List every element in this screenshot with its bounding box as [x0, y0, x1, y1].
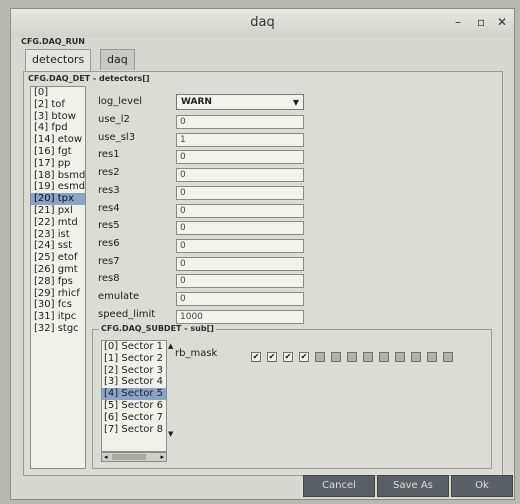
rb-mask-checkbox[interactable]: [427, 352, 437, 362]
maximize-icon[interactable]: ▫: [477, 15, 485, 29]
prop-field-emulate[interactable]: 0: [176, 292, 304, 306]
scroll-up-icon[interactable]: ▲: [168, 342, 173, 350]
prop-field-res6[interactable]: 0: [176, 238, 304, 253]
sector-item[interactable]: [0] Sector 1: [102, 341, 166, 353]
window-title: daq: [250, 15, 275, 30]
detector-item[interactable]: [20] tpx: [31, 193, 85, 205]
prop-label-res6: res6: [98, 237, 120, 249]
detector-item[interactable]: [31] itpc: [31, 311, 85, 323]
sector-list[interactable]: [0] Sector 1 [1] Sector 2 [2] Sector 3 [3] …: [101, 340, 167, 452]
rb-mask-checkbox[interactable]: [315, 352, 325, 362]
rb-mask-checkbox[interactable]: ✔: [283, 352, 293, 362]
prop-label-res2: res2: [98, 167, 120, 179]
rb-mask-checkbox[interactable]: [395, 352, 405, 362]
sector-item[interactable]: [5] Sector 6: [102, 400, 166, 412]
sector-list-hscrollbar[interactable]: ◂ ▸: [101, 452, 167, 462]
detector-item[interactable]: [23] ist: [31, 229, 85, 241]
sector-item[interactable]: [3] Sector 4: [102, 376, 166, 388]
detector-item[interactable]: [2] tof: [31, 99, 85, 111]
sector-item[interactable]: [4] Sector 5: [102, 388, 166, 400]
chevron-down-icon: ▼: [292, 98, 299, 107]
prop-label-speed-limit: speed_limit: [98, 308, 156, 320]
prop-field-use-sl3[interactable]: 1: [176, 132, 304, 147]
prop-field-res2[interactable]: 0: [176, 168, 304, 183]
detector-item[interactable]: [25] etof: [31, 252, 85, 264]
prop-label-res1: res1: [98, 149, 120, 161]
cancel-button[interactable]: Cancel: [303, 475, 375, 497]
prop-field-res4[interactable]: 0: [176, 203, 304, 218]
rb-mask-checkbox[interactable]: [347, 352, 357, 362]
detector-item[interactable]: [16] fgt: [31, 146, 85, 158]
detector-item[interactable]: [26] gmt: [31, 264, 85, 276]
prop-field-res8[interactable]: 0: [176, 274, 304, 289]
detector-item[interactable]: [22] mtd: [31, 217, 85, 229]
title-bar: daq – ▫ ✕: [11, 9, 514, 37]
detector-item[interactable]: [29] rhicf: [31, 288, 85, 300]
detector-item[interactable]: [18] bsmd: [31, 170, 85, 182]
detector-item[interactable]: [28] fps: [31, 276, 85, 288]
rb-mask-checkbox[interactable]: ✔: [299, 352, 309, 362]
sector-item[interactable]: [7] Sector 8: [102, 424, 166, 436]
rb-mask-checkbox[interactable]: [379, 352, 389, 362]
detector-item[interactable]: [14] etow: [31, 134, 85, 146]
prop-label-res4: res4: [98, 202, 120, 214]
prop-label-use-l2: use_l2: [98, 114, 130, 125]
rb-mask-checkbox[interactable]: [411, 352, 421, 362]
prop-field-res3[interactable]: 0: [176, 185, 304, 200]
subdet-group-legend: CFG.DAQ_SUBDET - sub[]: [99, 324, 216, 333]
sector-item[interactable]: [6] Sector 7: [102, 412, 166, 424]
sector-item[interactable]: [2] Sector 3: [102, 365, 166, 377]
minimize-icon[interactable]: –: [455, 15, 461, 29]
button-bar: Cancel Save As Ok: [11, 471, 514, 499]
log-level-label: log_level: [98, 96, 143, 107]
prop-label-res8: res8: [98, 273, 120, 285]
log-level-select[interactable]: WARN ▼: [176, 94, 304, 110]
rb-mask-checkbox[interactable]: ✔: [267, 352, 277, 362]
close-icon[interactable]: ✕: [497, 15, 507, 29]
detector-item[interactable]: [4] fpd: [31, 122, 85, 134]
run-group-legend: CFG.DAQ_RUN: [21, 37, 85, 46]
scroll-right-icon[interactable]: ▸: [160, 453, 164, 461]
prop-label-res3: res3: [98, 184, 120, 196]
tab-detectors[interactable]: detectors: [25, 49, 92, 72]
tab-daq[interactable]: daq: [100, 49, 135, 70]
subdet-group: CFG.DAQ_SUBDET - sub[] [0] Sector 1 [1] S…: [92, 324, 492, 469]
detector-item[interactable]: [0]: [31, 87, 85, 99]
prop-field-res5[interactable]: 0: [176, 221, 304, 236]
detector-item[interactable]: [21] pxl: [31, 205, 85, 217]
detectors-panel: CFG.DAQ_DET - detectors[] [0] [2] tof [3] …: [23, 71, 503, 476]
detector-item[interactable]: [32] stgc: [31, 323, 85, 335]
rb-mask-checkbox[interactable]: [331, 352, 341, 362]
save-as-button[interactable]: Save As: [377, 475, 449, 497]
log-level-value: WARN: [181, 97, 212, 107]
detectors-group-legend: CFG.DAQ_DET - detectors[]: [28, 74, 150, 83]
prop-field-res1[interactable]: 0: [176, 150, 304, 165]
scroll-left-icon[interactable]: ◂: [104, 453, 108, 461]
rb-mask-label: rb_mask: [175, 348, 218, 359]
detector-item[interactable]: [17] pp: [31, 158, 85, 170]
prop-label-use-sl3: use_sl3: [98, 131, 136, 143]
prop-label-emulate: emulate: [98, 291, 140, 302]
detector-item[interactable]: [3] btow: [31, 111, 85, 123]
prop-field-speed-limit[interactable]: 1000: [176, 309, 304, 324]
detector-item[interactable]: [24] sst: [31, 240, 85, 252]
detector-item[interactable]: [19] esmd: [31, 181, 85, 193]
prop-label-res5: res5: [98, 220, 120, 232]
rb-mask-checkbox[interactable]: ✔: [251, 352, 261, 362]
rb-mask-checkbox[interactable]: [363, 352, 373, 362]
sector-item[interactable]: [1] Sector 2: [102, 353, 166, 365]
ok-button[interactable]: Ok: [451, 475, 513, 497]
daq-window: daq – ▫ ✕ CFG.DAQ_RUN detectors daq CFG.…: [10, 8, 515, 500]
prop-label-res7: res7: [98, 255, 120, 267]
detector-item[interactable]: [30] fcs: [31, 299, 85, 311]
scroll-down-icon[interactable]: ▼: [168, 430, 173, 438]
prop-field-res7[interactable]: 0: [176, 256, 304, 271]
detector-list[interactable]: [0] [2] tof [3] btow [4] fpd [14] etow [16] f…: [30, 86, 86, 469]
scroll-thumb[interactable]: [112, 454, 146, 460]
prop-field-use-l2[interactable]: 0: [176, 115, 304, 129]
rb-mask-checkbox[interactable]: [443, 352, 453, 362]
